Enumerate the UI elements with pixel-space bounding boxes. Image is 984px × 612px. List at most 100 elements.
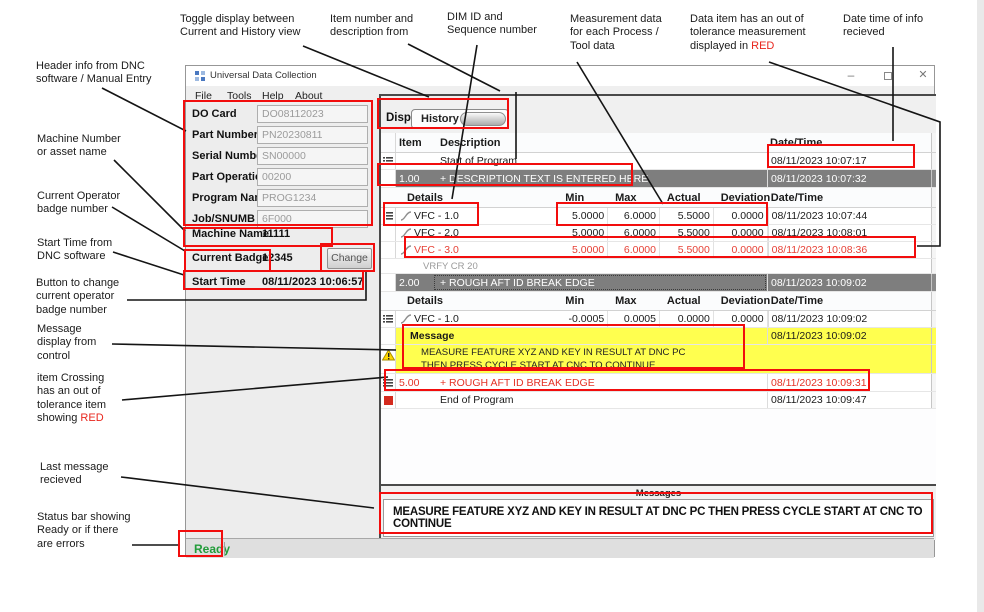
maximize-icon (884, 72, 892, 80)
field-row: Part Number (186, 126, 377, 146)
callout-status-bar: Status bar showingReady or if thereare e… (37, 511, 131, 551)
group-row-2[interactable]: 2.00 + ROUGH AFT ID BREAK EDGE 08/11/202… (381, 274, 936, 292)
warning-icon (382, 349, 395, 361)
page-edge-strip (977, 0, 984, 612)
deviation-value: 0.0000 (714, 242, 768, 258)
field-row: Part Operation (186, 168, 377, 188)
program-name-input[interactable] (257, 189, 368, 207)
table-row[interactable]: Start of Program 08/11/2023 10:07:17 (381, 153, 936, 170)
part-number-input[interactable] (257, 126, 368, 144)
start-time-row: Start Time 08/11/2023 10:06:57 (186, 273, 377, 293)
window-title: Universal Data Collection (210, 70, 317, 81)
group-row-5-out-of-tolerance[interactable]: 5.00 + ROUGH AFT ID BREAK EDGE 08/11/202… (381, 374, 936, 392)
machine-name-label: Machine Name (192, 228, 269, 240)
list-icon[interactable] (383, 315, 393, 323)
do-card-input[interactable] (257, 105, 368, 123)
min-value: -0.0005 (558, 311, 608, 327)
callout-date-time: Date time of inforecieved (843, 13, 923, 40)
history-toggle[interactable]: History (411, 109, 509, 129)
detail-row[interactable]: VFC - 1.0 -0.0005 0.0005 0.0000 0.0000 0… (381, 311, 936, 328)
pointer-machine-number (114, 160, 185, 231)
max-value: 6.0000 (608, 225, 660, 241)
part-operation-input[interactable] (257, 168, 368, 186)
field-row: Serial Number (186, 147, 377, 167)
actual-value: 0.0000 (660, 311, 714, 327)
col-deviation: Deviation (714, 292, 768, 310)
callout-measurement-data: Measurement datafor each Process /Tool d… (570, 13, 662, 53)
callout-change-button: Button to changecurrent operatorbadge nu… (36, 277, 119, 317)
min-value: 5.0000 (558, 208, 608, 224)
menu-about[interactable]: About (291, 88, 326, 104)
pointer-header-info (102, 88, 186, 131)
col-details: Details (396, 292, 558, 310)
detail-name: VFC - 2.0 (414, 227, 459, 239)
message-title: Message (396, 328, 767, 344)
documentation-page: Universal Data Collection – ✕ File Tools… (0, 0, 984, 612)
actual-value: 5.5000 (660, 208, 714, 224)
menu-help[interactable]: Help (258, 88, 288, 104)
dimension-icon (400, 228, 412, 238)
detail-row[interactable]: VFC - 2.0 5.0000 6.0000 5.5000 0.0000 08… (381, 225, 936, 242)
col-description: Description (433, 133, 767, 152)
messages-section: Messages MEASURE FEATURE XYZ AND KEY IN … (381, 484, 936, 540)
pointer-start-time (113, 252, 184, 275)
col-item: Item (396, 133, 433, 152)
col-datetime: Date/Time (767, 133, 931, 152)
pointer-current-operator (112, 207, 185, 251)
message-text: MEASURE FEATURE XYZ AND KEY IN RESULT AT… (396, 345, 931, 373)
note-row: VRFY CR 20 (381, 259, 936, 274)
min-value: 5.0000 (558, 242, 608, 258)
callout-start-time: Start Time fromDNC software (37, 237, 112, 264)
close-button[interactable]: ✕ (908, 66, 938, 86)
col-max: Max (608, 188, 660, 207)
history-toggle-label: History (421, 113, 459, 125)
change-badge-button[interactable]: Change (327, 248, 372, 269)
current-badge-label: Current Badge (192, 252, 268, 264)
list-icon[interactable] (383, 212, 393, 220)
last-message-box[interactable]: MEASURE FEATURE XYZ AND KEY IN RESULT AT… (383, 499, 934, 537)
col-min: Min (558, 292, 608, 310)
col-datetime: Date/Time (768, 188, 931, 207)
menu-file[interactable]: File (191, 88, 216, 104)
app-icon (194, 70, 206, 82)
maximize-button[interactable] (873, 66, 903, 86)
actual-value: 5.5000 (660, 242, 714, 258)
row-description: Start of Program (433, 153, 767, 169)
field-label: Part Number (192, 129, 258, 141)
data-panel: Display History Item Description Date/Ti… (379, 94, 936, 538)
group-description: + ROUGH AFT ID BREAK EDGE (433, 374, 767, 391)
message-row[interactable]: Message 08/11/2023 10:09:02 (381, 328, 936, 345)
current-badge-value: 12345 (262, 252, 293, 264)
list-icon[interactable] (383, 379, 393, 387)
minimize-button[interactable]: – (836, 66, 866, 86)
group-datetime: 08/11/2023 10:07:32 (767, 170, 931, 187)
max-value: 6.0000 (608, 208, 660, 224)
callout-message-display: Messagedisplay fromcontrol (37, 323, 96, 363)
menu-tools[interactable]: Tools (223, 88, 256, 104)
start-time-value: 08/11/2023 10:06:57 (262, 276, 364, 288)
row-datetime: 08/11/2023 10:08:36 (768, 242, 931, 258)
table-row[interactable]: End of Program 08/11/2023 10:09:47 (381, 392, 936, 409)
col-actual: Actual (660, 292, 714, 310)
group-row-1[interactable]: 1.00 + DESCRIPTION TEXT IS ENTERED HERE … (381, 170, 936, 188)
row-datetime: 08/11/2023 10:09:02 (767, 328, 931, 344)
min-value: 5.0000 (558, 225, 608, 241)
detail-row-out-of-tolerance[interactable]: VFC - 3.0 5.0000 6.0000 5.5000 0.0000 08… (381, 242, 936, 259)
messages-label: Messages (381, 488, 936, 499)
group-description: + DESCRIPTION TEXT IS ENTERED HERE (433, 170, 767, 187)
detail-row[interactable]: VFC - 1.0 5.0000 6.0000 5.5000 0.0000 08… (381, 208, 936, 225)
detail-name: VFC - 1.0 (414, 313, 459, 325)
group-item: 5.00 (396, 374, 433, 391)
callout-toggle-display: Toggle display betweenCurrent and Histor… (180, 13, 300, 40)
dimension-icon (400, 245, 412, 255)
header-info-panel: DO Card Part Number Serial Number Part O… (186, 104, 377, 538)
dimension-icon (400, 211, 412, 221)
app-window: Universal Data Collection – ✕ File Tools… (185, 65, 935, 557)
group-datetime: 08/11/2023 10:09:02 (767, 274, 931, 291)
detail-header-row: Details Min Max Actual Deviation Date/Ti… (381, 292, 936, 311)
serial-number-input[interactable] (257, 147, 368, 165)
deviation-value: 0.0000 (714, 311, 768, 327)
field-row: DO Card (186, 105, 377, 125)
data-table: Item Description Date/Time Start of Prog… (381, 133, 936, 484)
list-icon[interactable] (383, 157, 393, 165)
